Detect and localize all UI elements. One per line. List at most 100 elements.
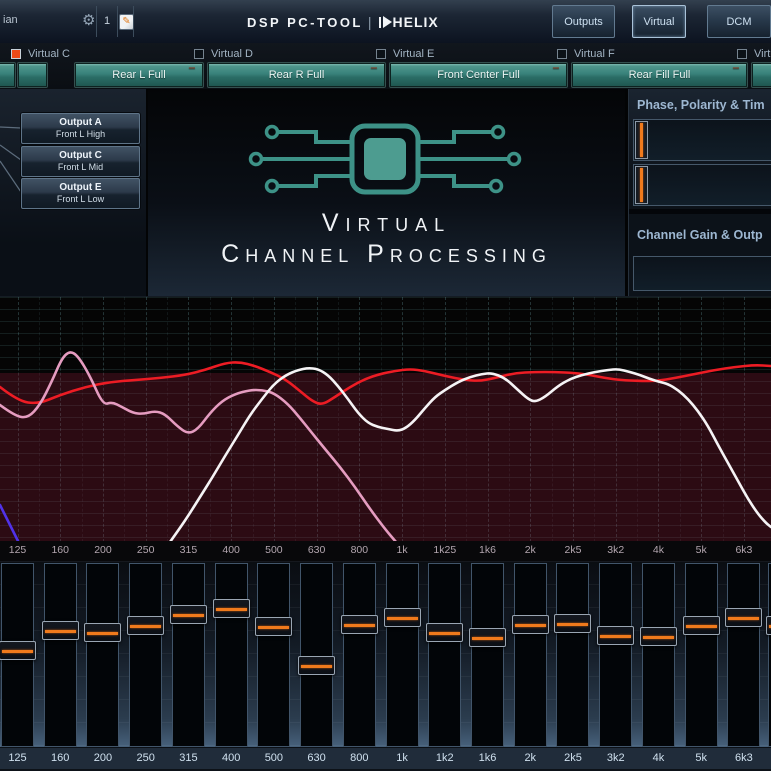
horizontal-slider-track[interactable] [633, 119, 771, 161]
horizontal-slider-track[interactable] [633, 164, 771, 206]
eq-slider-handle-400[interactable] [213, 599, 250, 618]
output-button-output-e[interactable]: Output EFront L Low [21, 178, 140, 209]
virtual-tab-checkbox[interactable] [194, 49, 204, 59]
axis-tick-label: 200 [83, 544, 123, 556]
channel-button-rear-r-full[interactable]: Rear R Full‒ [208, 63, 385, 87]
virtual-tab-checkbox[interactable] [11, 49, 21, 59]
axis-tick-label: 125 [0, 544, 38, 556]
virtual-tab-checkbox[interactable] [376, 49, 386, 59]
virtual-tab-checkbox[interactable] [737, 49, 747, 59]
eq-slider-handle-5k[interactable] [683, 616, 720, 635]
eq-slider-track-6k3[interactable] [727, 563, 760, 747]
nav-button-outputs[interactable]: Outputs [552, 5, 615, 38]
eq-slider-track-800[interactable] [343, 563, 376, 747]
eq-slider-track-1k[interactable] [386, 563, 419, 747]
eq-slider-handle-2k[interactable] [512, 615, 549, 634]
output-button-line2: Front L Mid [58, 162, 103, 173]
frequency-response-graph [0, 296, 771, 542]
eq-slider-track-3k2[interactable] [599, 563, 632, 747]
main-panel-area: Output AFront L HighOutput CFront L MidO… [0, 89, 771, 296]
toolbar-divider [117, 6, 118, 37]
eq-handle-stripe [173, 614, 204, 617]
logo-separator: | [368, 14, 372, 30]
virtual-tab-label: Virtual C [28, 48, 70, 60]
eq-slider-track-400[interactable] [215, 563, 248, 747]
eq-band-label: 400 [209, 752, 253, 764]
eq-band-label: 2k [508, 752, 552, 764]
virtual-tab-virtual-e: Virtual E [376, 48, 434, 60]
eq-handle-stripe [472, 637, 503, 640]
eq-slider-handle-500[interactable] [255, 617, 292, 636]
channel-button-rear-l-full[interactable]: Rear L Full‒ [75, 63, 203, 87]
output-button-line1: Output E [59, 182, 101, 195]
eq-slider-track-4k[interactable] [642, 563, 675, 747]
eq-handle-stripe [216, 608, 247, 611]
axis-tick-label: 250 [126, 544, 166, 556]
eq-handle-stripe [2, 650, 33, 653]
eq-slider-track-200[interactable] [86, 563, 119, 747]
output-button-line1: Output C [59, 150, 102, 163]
eq-slider-track-250[interactable] [129, 563, 162, 747]
eq-slider-handle-1k2[interactable] [426, 623, 463, 642]
channel-button-partial[interactable]: ‒ [752, 63, 771, 87]
eq-band-label: 2k5 [551, 752, 595, 764]
eq-band-label: 5k [679, 752, 723, 764]
eq-slider-track-1k2[interactable] [428, 563, 461, 747]
channel-button-front-center-full[interactable]: Front Center Full‒ [390, 63, 567, 87]
virtual-tab-virtual-c: Virtual C [11, 48, 70, 60]
eq-handle-stripe [45, 630, 76, 633]
eq-slider-track-500[interactable] [257, 563, 290, 747]
eq-slider-handle-1k[interactable] [384, 608, 421, 627]
channel-button-partial[interactable] [0, 63, 15, 87]
eq-slider-track-2k[interactable] [514, 563, 547, 747]
nav-button-virtual[interactable]: Virtual [632, 5, 686, 38]
eq-slider-track-160[interactable] [44, 563, 77, 747]
virtual-tab-virtu: Virtu [737, 48, 771, 60]
app-logo: DSP PC-TOOL | HELIX [247, 12, 439, 32]
eq-slider-handle-250[interactable] [127, 616, 164, 635]
eq-slider-handle-1k6[interactable] [469, 628, 506, 647]
eq-band-label: 630 [295, 752, 339, 764]
eq-slider-track-315[interactable] [172, 563, 205, 747]
edit-pencil-icon[interactable]: ✎ [119, 14, 134, 30]
eq-slider-handle-3k2[interactable] [597, 626, 634, 645]
eq-band-label: 200 [81, 752, 125, 764]
output-button-output-c[interactable]: Output CFront L Mid [21, 146, 140, 177]
eq-slider-handle-4k[interactable] [640, 627, 677, 646]
horizontal-slider-track[interactable] [633, 256, 771, 291]
eq-slider-handle-2k5[interactable] [554, 614, 591, 633]
collapse-dash-icon: ‒ [553, 62, 559, 74]
eq-slider-track-2k5[interactable] [556, 563, 589, 747]
eq-frequency-labels: 1251602002503154005006308001k1k21k62k2k5… [0, 747, 771, 770]
eq-slider-handle-160[interactable] [42, 621, 79, 640]
axis-tick-label: 1k [382, 544, 422, 556]
channel-button-partial[interactable] [18, 63, 47, 87]
output-button-output-a[interactable]: Output AFront L High [21, 113, 140, 144]
eq-handle-stripe [87, 632, 118, 635]
eq-slider-track-partial[interactable] [768, 563, 771, 747]
nav-button-dcm[interactable]: DCM [707, 5, 771, 38]
virtual-tab-label: Virtual E [393, 48, 434, 60]
eq-band-label: 125 [0, 752, 40, 764]
eq-slider-handle-125[interactable] [0, 641, 36, 660]
eq-slider-handle-6k3[interactable] [725, 608, 762, 627]
device-number: 1 [97, 0, 117, 42]
eq-slider-handle-630[interactable] [298, 656, 335, 675]
eq-band-label: 315 [166, 752, 210, 764]
eq-slider-handle-800[interactable] [341, 615, 378, 634]
settings-gear-icon[interactable]: ⚙ [82, 11, 95, 29]
eq-slider-handle-315[interactable] [170, 605, 207, 624]
horizontal-slider-handle[interactable] [635, 166, 648, 204]
eq-handle-stripe [387, 617, 418, 620]
eq-slider-track-1k6[interactable] [471, 563, 504, 747]
horizontal-slider-handle[interactable] [635, 121, 648, 159]
slider-handle-stripe [640, 123, 643, 157]
graphic-eq-section: 1251602002503154005006308001k1k21k62k2k5… [0, 561, 771, 771]
eq-slider-handle-200[interactable] [84, 623, 121, 642]
virtual-tab-virtual-d: Virtual D [194, 48, 253, 60]
virtual-tab-checkbox[interactable] [557, 49, 567, 59]
eq-slider-handle-partial[interactable] [766, 616, 771, 635]
channel-button-rear-fill-full[interactable]: Rear Fill Full‒ [572, 63, 747, 87]
toolbar-divider [133, 6, 134, 37]
eq-slider-track-5k[interactable] [685, 563, 718, 747]
